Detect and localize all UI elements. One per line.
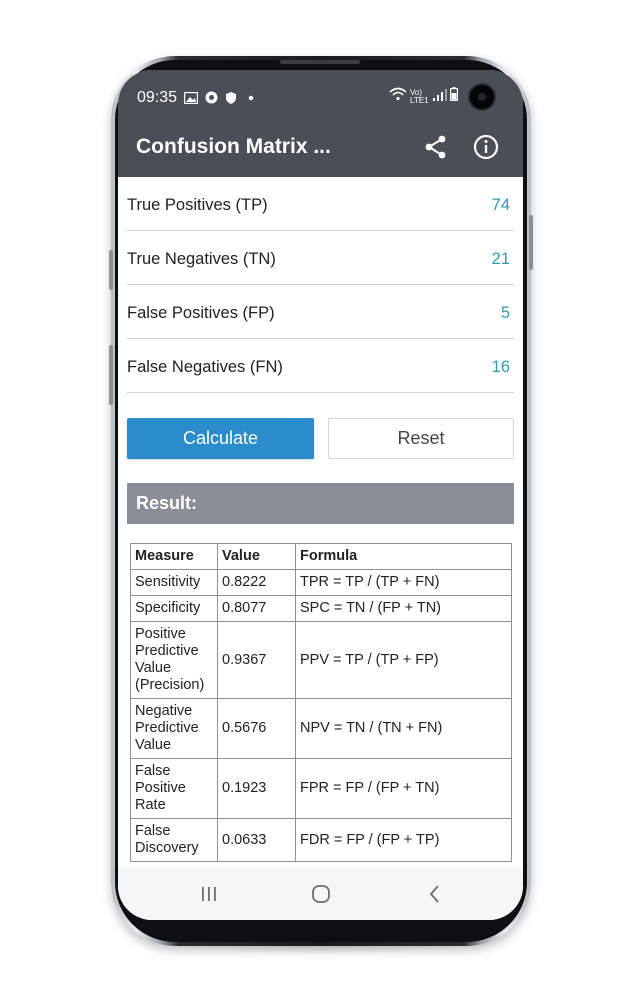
input-label-tn: True Negatives (TN) bbox=[127, 250, 276, 268]
main-content: True Positives (TP) 74 True Negatives (T… bbox=[118, 177, 523, 867]
value-cell: 0.1923 bbox=[217, 758, 296, 819]
table-row: Sensitivity 0.8222 TPR = TP / (TP + FN) bbox=[130, 569, 512, 596]
gallery-icon bbox=[184, 91, 198, 104]
battery-icon bbox=[450, 87, 459, 106]
wifi-icon bbox=[389, 87, 407, 106]
formula-cell: TPR = TP / (TP + FN) bbox=[295, 569, 512, 596]
input-label-fn: False Negatives (FN) bbox=[127, 358, 283, 376]
status-bar: 09:35 Vo) LTE1 bbox=[118, 70, 523, 117]
phone-side-button-left-1 bbox=[109, 250, 113, 290]
measure-cell: Positive Predictive Value (Precision) bbox=[130, 621, 218, 699]
formula-cell: FDR = FP / (FP + TP) bbox=[295, 818, 512, 862]
navigation-bar bbox=[118, 867, 523, 920]
value-cell: 0.0633 bbox=[217, 818, 296, 862]
value-cell: 0.8222 bbox=[217, 569, 296, 596]
measure-cell: Sensitivity bbox=[130, 569, 218, 596]
share-icon[interactable] bbox=[423, 134, 449, 160]
input-row-tn[interactable]: True Negatives (TN) 21 bbox=[127, 231, 514, 285]
back-icon[interactable] bbox=[423, 882, 447, 906]
column-header-value: Value bbox=[217, 543, 296, 570]
phone-side-button-right bbox=[529, 215, 533, 270]
home-icon[interactable] bbox=[309, 882, 333, 906]
shield-app-icon bbox=[224, 91, 238, 104]
measure-cell: False Positive Rate bbox=[130, 758, 218, 819]
front-camera bbox=[470, 85, 494, 109]
table-row: False Discovery 0.0633 FDR = FP / (FP + … bbox=[130, 818, 512, 862]
column-header-measure: Measure bbox=[130, 543, 218, 570]
measure-cell: Negative Predictive Value bbox=[130, 698, 218, 759]
formula-cell: SPC = TN / (FP + TN) bbox=[295, 595, 512, 622]
result-header: Result: bbox=[127, 483, 514, 524]
input-row-tp[interactable]: True Positives (TP) 74 bbox=[127, 177, 514, 231]
network-label: Vo) LTE1 bbox=[410, 87, 429, 105]
input-row-fn[interactable]: False Negatives (FN) 16 bbox=[127, 339, 514, 393]
phone-speaker bbox=[280, 60, 360, 64]
table-row: Negative Predictive Value 0.5676 NPV = T… bbox=[130, 698, 512, 759]
calculate-button[interactable]: Calculate bbox=[127, 418, 314, 459]
input-value-tp[interactable]: 74 bbox=[492, 196, 510, 215]
input-value-fn[interactable]: 16 bbox=[492, 358, 510, 377]
status-system-icons: Vo) LTE1 bbox=[389, 87, 459, 106]
phone-side-button-left-2 bbox=[109, 345, 113, 405]
circle-app-icon bbox=[204, 91, 218, 104]
formula-cell: NPV = TN / (TN + FN) bbox=[295, 698, 512, 759]
measure-cell: False Discovery bbox=[130, 818, 218, 862]
column-header-formula: Formula bbox=[295, 543, 512, 570]
app-title: Confusion Matrix ... bbox=[136, 135, 331, 158]
table-row: False Positive Rate 0.1923 FPR = FP / (F… bbox=[130, 758, 512, 819]
table-header-row: Measure Value Formula bbox=[130, 543, 512, 570]
value-cell: 0.8077 bbox=[217, 595, 296, 622]
phone-screen: 09:35 Vo) LTE1 Confusion Matrix ... True… bbox=[118, 70, 523, 920]
status-notification-icons bbox=[184, 91, 258, 104]
formula-cell: PPV = TP / (TP + FP) bbox=[295, 621, 512, 699]
input-value-fp[interactable]: 5 bbox=[501, 304, 510, 323]
measure-cell: Specificity bbox=[130, 595, 218, 622]
input-row-fp[interactable]: False Positives (FP) 5 bbox=[127, 285, 514, 339]
reset-button[interactable]: Reset bbox=[328, 418, 514, 459]
table-row: Specificity 0.8077 SPC = TN / (FP + TN) bbox=[130, 595, 512, 622]
result-table: Measure Value Formula Sensitivity 0.8222… bbox=[130, 543, 512, 862]
input-label-fp: False Positives (FP) bbox=[127, 304, 275, 322]
info-icon[interactable] bbox=[473, 134, 499, 160]
input-value-tn[interactable]: 21 bbox=[492, 250, 510, 269]
value-cell: 0.9367 bbox=[217, 621, 296, 699]
more-notifications-dot-icon bbox=[244, 91, 258, 104]
input-label-tp: True Positives (TP) bbox=[127, 196, 268, 214]
table-row: Positive Predictive Value (Precision) 0.… bbox=[130, 621, 512, 699]
recent-apps-icon[interactable] bbox=[197, 882, 221, 906]
app-bar: Confusion Matrix ... bbox=[118, 117, 523, 177]
formula-cell: FPR = FP / (FP + TN) bbox=[295, 758, 512, 819]
status-time: 09:35 bbox=[137, 89, 178, 106]
value-cell: 0.5676 bbox=[217, 698, 296, 759]
signal-icon bbox=[433, 88, 447, 106]
